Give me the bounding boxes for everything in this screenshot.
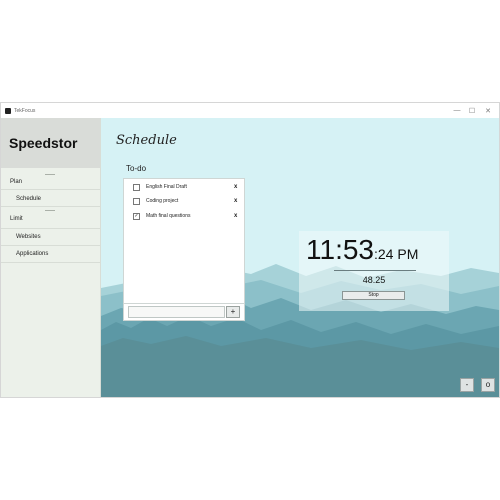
new-todo-input[interactable] bbox=[128, 306, 225, 318]
clock-hours-minutes: 11:53 bbox=[306, 234, 374, 265]
stop-button[interactable]: Stop bbox=[342, 291, 405, 300]
todo-item: English Final Draft x bbox=[124, 182, 244, 192]
title-bar: TekFocus — ☐ ✕ bbox=[1, 103, 499, 118]
sidebar: Speedstor Plan Schedule Limit Websites A… bbox=[1, 118, 101, 397]
clock-time: 11:53:24 PM bbox=[306, 234, 418, 266]
divider bbox=[45, 174, 55, 175]
sidebar-item-schedule[interactable]: Schedule bbox=[1, 196, 100, 202]
app-window: TekFocus — ☐ ✕ Speedstor Plan Schedule L… bbox=[0, 102, 500, 398]
brand-box: Speedstor bbox=[1, 118, 100, 168]
circle-button[interactable]: o bbox=[481, 378, 495, 392]
todo-checkbox[interactable] bbox=[133, 183, 140, 191]
delete-button[interactable]: x bbox=[234, 213, 237, 219]
app-icon bbox=[5, 107, 11, 114]
todo-item: Coding project x bbox=[124, 196, 244, 206]
divider bbox=[1, 262, 100, 263]
brand-title: Speedstor bbox=[9, 135, 78, 151]
page-title: Schedule bbox=[116, 133, 177, 148]
sidebar-item-websites[interactable]: Websites bbox=[1, 234, 100, 240]
todo-item-text: Math final questions bbox=[146, 213, 191, 219]
sidebar-item-plan[interactable]: Plan bbox=[1, 179, 100, 185]
main-content: Schedule To-do English Final Draft x Cod… bbox=[101, 118, 499, 397]
close-button[interactable]: ✕ bbox=[480, 103, 496, 118]
todo-checkbox-checked[interactable]: ✓ bbox=[133, 212, 140, 220]
clock-divider bbox=[334, 270, 416, 271]
todo-heading: To-do bbox=[126, 164, 147, 173]
clock-panel: 11:53:24 PM 48.25 Stop bbox=[299, 231, 449, 311]
window-title: TekFocus bbox=[14, 107, 36, 114]
divider bbox=[1, 228, 100, 229]
maximize-button[interactable]: ☐ bbox=[464, 103, 480, 118]
todo-list-panel: English Final Draft x Coding project x ✓… bbox=[123, 178, 245, 321]
todo-checkbox[interactable] bbox=[133, 197, 140, 205]
divider bbox=[1, 189, 100, 190]
delete-button[interactable]: x bbox=[234, 184, 237, 190]
minimize-button[interactable]: — bbox=[449, 103, 465, 118]
delete-button[interactable]: x bbox=[234, 198, 237, 204]
todo-item-text: English Final Draft bbox=[146, 184, 187, 190]
todo-item-text: Coding project bbox=[146, 198, 179, 204]
clock-seconds-period: :24 PM bbox=[374, 246, 419, 262]
todo-item: ✓ Math final questions x bbox=[124, 211, 244, 221]
elapsed-timer: 48.25 bbox=[362, 275, 386, 285]
add-todo-button[interactable]: + bbox=[226, 306, 240, 318]
add-todo-bar: + bbox=[123, 303, 245, 321]
sidebar-item-applications[interactable]: Applications bbox=[1, 251, 100, 257]
minus-button[interactable]: - bbox=[460, 378, 474, 392]
divider bbox=[1, 245, 100, 246]
divider bbox=[1, 206, 100, 207]
sidebar-item-limit[interactable]: Limit bbox=[1, 216, 100, 222]
divider bbox=[45, 210, 55, 211]
